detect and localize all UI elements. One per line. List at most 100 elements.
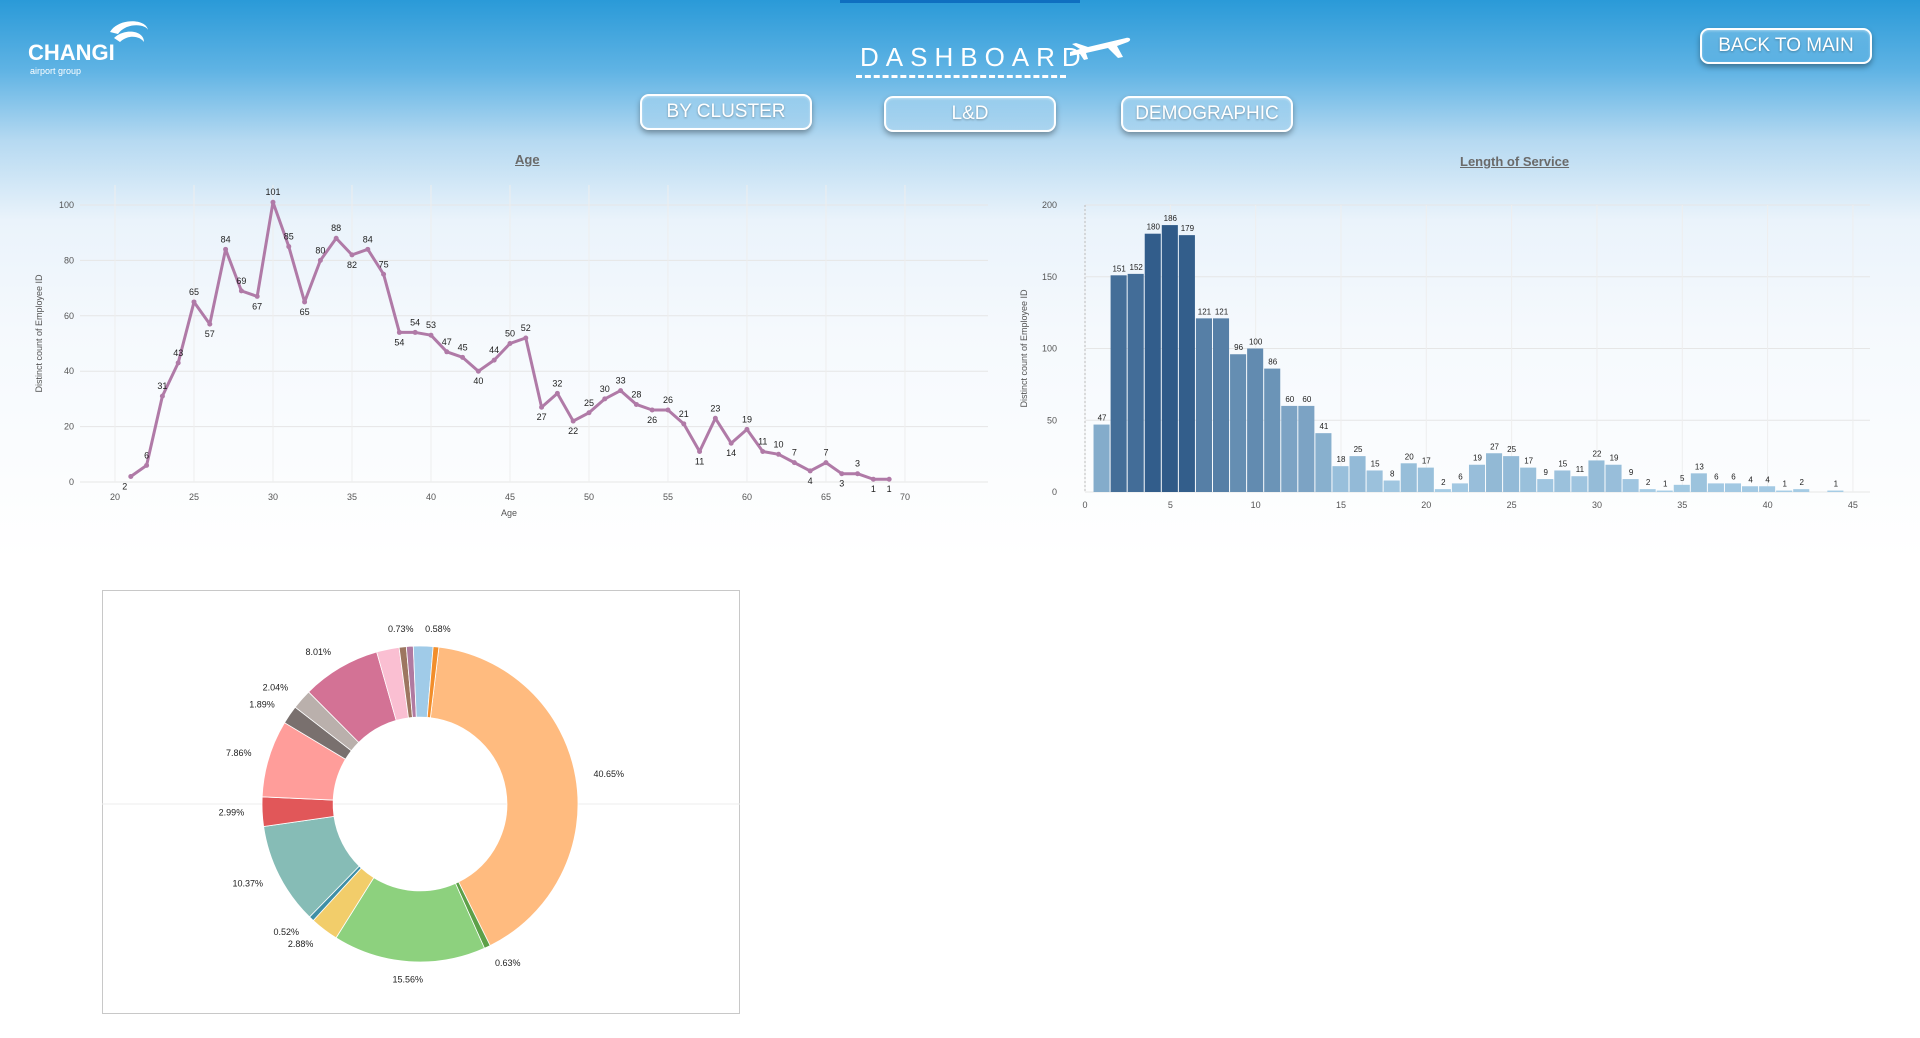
los-bar: [1451, 483, 1468, 492]
los-bar-label: 2: [1646, 478, 1651, 487]
age-data-point: [602, 396, 608, 402]
age-data-point: [349, 252, 355, 258]
age-data-point: [807, 468, 813, 474]
age-data-label: 27: [537, 412, 547, 422]
los-bar-label: 1: [1782, 480, 1787, 489]
los-xtick-label: 40: [1763, 500, 1773, 510]
age-data-label: 85: [284, 232, 294, 242]
age-data-point: [475, 368, 481, 374]
age-data-point: [444, 349, 450, 355]
los-xtick-label: 35: [1677, 500, 1687, 510]
los-bar-label: 25: [1507, 445, 1516, 454]
los-bar-label: 96: [1234, 343, 1243, 352]
l-and-d-button[interactable]: L&D: [884, 96, 1056, 132]
pie-slice-label: 10.37%: [233, 879, 264, 889]
los-bar: [1486, 453, 1503, 492]
age-ytick-label: 80: [64, 255, 74, 265]
age-data-label: 53: [426, 320, 436, 330]
age-data-point: [823, 460, 829, 466]
age-data-point: [776, 451, 782, 457]
los-bar-label: 19: [1610, 454, 1619, 463]
los-bar-label: 6: [1714, 472, 1719, 481]
age-data-point: [491, 357, 497, 363]
age-data-label: 84: [221, 234, 231, 244]
age-data-label: 40: [473, 376, 483, 386]
los-bar: [1332, 466, 1349, 492]
los-bar-label: 18: [1337, 455, 1346, 464]
los-bar: [1537, 479, 1554, 492]
age-xtick-label: 30: [268, 492, 278, 502]
age-ytick-label: 20: [64, 422, 74, 432]
age-data-label: 45: [458, 342, 468, 352]
age-data-label: 52: [521, 323, 531, 333]
age-data-point: [507, 341, 513, 346]
age-data-point: [697, 449, 703, 455]
age-data-label: 32: [552, 378, 562, 388]
age-data-label: 67: [252, 301, 262, 311]
los-bar-label: 1: [1834, 480, 1839, 489]
age-data-label: 4: [808, 476, 813, 486]
age-data-point: [381, 271, 387, 277]
los-bar: [1417, 467, 1434, 492]
age-data-label: 44: [489, 345, 499, 355]
age-data-label: 57: [205, 329, 215, 339]
pie-slice-label: 2.88%: [288, 939, 314, 949]
los-bar: [1742, 486, 1759, 492]
los-xtick-label: 45: [1848, 500, 1858, 510]
age-data-point: [270, 199, 276, 205]
demographic-button[interactable]: DEMOGRAPHIC: [1121, 96, 1293, 132]
age-xtick-label: 55: [663, 492, 673, 502]
age-data-label: 30: [600, 384, 610, 394]
los-xtick-label: 10: [1251, 500, 1261, 510]
los-bar-label: 11: [1576, 465, 1585, 474]
los-y-axis-label: Distinct count of Employee ID: [1019, 289, 1029, 408]
age-data-label: 65: [300, 307, 310, 317]
age-data-point: [886, 476, 892, 482]
title-underline: [856, 75, 1066, 78]
pie-slice-label: 7.86%: [226, 748, 252, 758]
age-data-point: [191, 299, 197, 305]
los-bar: [1349, 456, 1366, 492]
age-data-point: [223, 246, 229, 252]
pie-slice-label: 0.58%: [425, 624, 451, 634]
back-to-main-button[interactable]: BACK TO MAIN: [1700, 28, 1872, 64]
los-bar-label: 179: [1181, 224, 1195, 233]
los-bar: [1434, 489, 1451, 492]
los-bar-label: 2: [1800, 478, 1805, 487]
los-bar: [1605, 464, 1622, 492]
los-bar-label: 15: [1558, 459, 1567, 468]
los-ytick-label: 100: [1042, 344, 1057, 354]
pie-slice-label: 1.89%: [249, 700, 275, 710]
age-data-label: 80: [315, 245, 325, 255]
los-bar: [1588, 460, 1605, 492]
by-cluster-button[interactable]: BY CLUSTER: [640, 94, 812, 130]
los-bar-label: 25: [1354, 445, 1363, 454]
los-bar: [1383, 480, 1400, 492]
los-ytick-label: 150: [1042, 272, 1057, 282]
los-bar: [1247, 348, 1264, 492]
los-bar-label: 180: [1147, 223, 1161, 232]
los-bar-label: 152: [1130, 263, 1144, 272]
los-bar: [1144, 233, 1161, 492]
los-bar: [1127, 273, 1144, 492]
age-data-point: [207, 321, 213, 327]
age-data-label: 69: [236, 276, 246, 286]
age-data-point: [586, 410, 592, 416]
age-data-label: 75: [379, 259, 389, 269]
age-data-label: 19: [742, 414, 752, 424]
age-ytick-label: 40: [64, 366, 74, 376]
los-bar-label: 22: [1593, 449, 1602, 458]
age-data-point: [365, 246, 371, 252]
age-data-label: 47: [442, 337, 452, 347]
age-ytick-label: 60: [64, 311, 74, 321]
age-data-point: [286, 244, 292, 250]
age-data-point: [396, 329, 402, 335]
los-xtick-label: 25: [1507, 500, 1517, 510]
los-bar: [1264, 368, 1281, 492]
age-data-label: 101: [265, 187, 280, 197]
los-xtick-label: 20: [1421, 500, 1431, 510]
age-data-label: 7: [823, 448, 828, 458]
los-bar: [1639, 489, 1656, 492]
age-xtick-label: 20: [110, 492, 120, 502]
age-data-label: 26: [647, 415, 657, 425]
